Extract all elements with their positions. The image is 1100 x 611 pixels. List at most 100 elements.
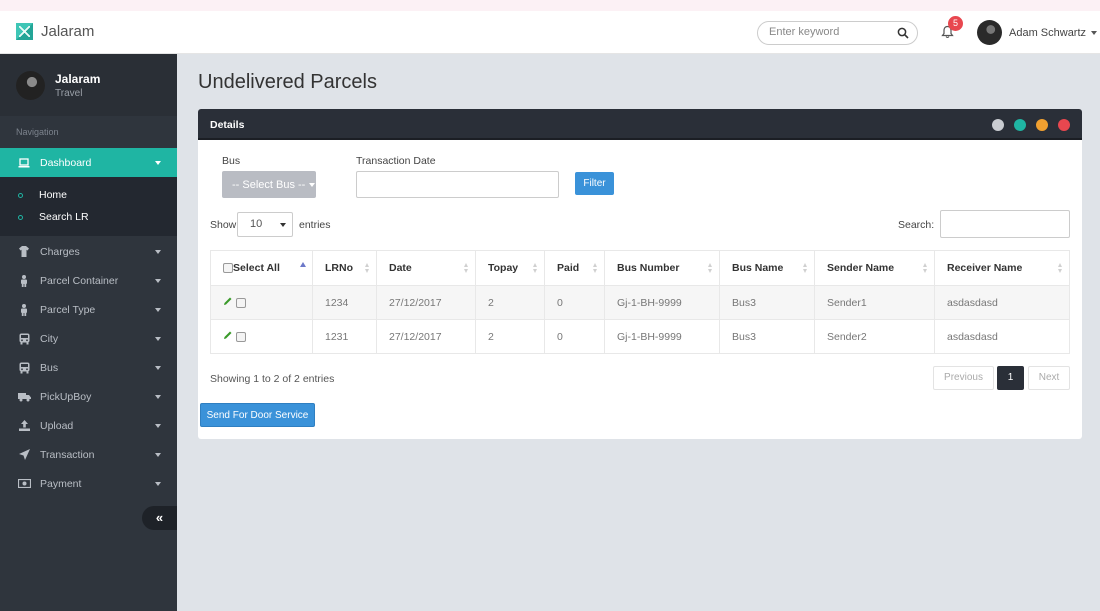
pencil-icon[interactable] bbox=[223, 297, 233, 309]
cell-lrno: 1231 bbox=[312, 319, 377, 354]
refresh-icon[interactable] bbox=[1014, 119, 1026, 131]
column-header-bus-number[interactable]: Bus Number bbox=[604, 250, 720, 286]
column-header-label: Sender Name bbox=[827, 262, 895, 274]
cell-receiver-name: asdasdasd bbox=[934, 319, 1070, 354]
column-header-lrno[interactable]: LRNo bbox=[312, 250, 377, 286]
row-select-cell bbox=[210, 319, 313, 354]
sidebar-item-upload[interactable]: Upload bbox=[0, 411, 177, 440]
bus-icon bbox=[14, 362, 34, 374]
chevron-down-icon bbox=[309, 182, 316, 187]
sort-icon bbox=[923, 263, 928, 273]
select-all-checkbox[interactable] bbox=[223, 263, 233, 274]
sidebar-item-city[interactable]: City bbox=[0, 324, 177, 353]
sidebar-subitem-label: Search LR bbox=[39, 211, 89, 223]
sidebar-item-bus[interactable]: Bus bbox=[0, 353, 177, 382]
sidebar-item-label: Bus bbox=[40, 361, 59, 374]
sidebar-subitem-search-lr[interactable]: Search LR bbox=[0, 207, 177, 227]
sort-icon bbox=[708, 263, 713, 273]
page-size-select[interactable]: 10 bbox=[237, 212, 293, 237]
column-header-paid[interactable]: Paid bbox=[544, 250, 605, 286]
sidebar-item-transaction[interactable]: Transaction bbox=[0, 440, 177, 469]
column-header-label: Bus Name bbox=[732, 262, 784, 274]
minimize-icon[interactable] bbox=[1036, 119, 1048, 131]
sidebar-item-dashboard[interactable]: Dashboard bbox=[0, 148, 177, 177]
brand-logo-icon bbox=[16, 23, 33, 40]
chevron-down-icon bbox=[155, 336, 161, 341]
brand[interactable]: Jalaram bbox=[16, 23, 94, 40]
header-search-input[interactable] bbox=[769, 26, 889, 38]
sidebar-subitem-label: Home bbox=[39, 189, 68, 201]
row-select-cell bbox=[210, 285, 313, 320]
search-icon[interactable] bbox=[897, 27, 909, 42]
sidebar-item-parcel-container[interactable]: Parcel Container bbox=[0, 266, 177, 295]
cell-topay: 2 bbox=[475, 285, 545, 320]
sidebar-collapse-button[interactable]: « bbox=[142, 506, 177, 530]
top-strip bbox=[0, 0, 1100, 11]
send-door-service-button[interactable]: Send For Door Service bbox=[200, 403, 315, 427]
panel-header: Details bbox=[198, 109, 1082, 140]
sidebar-item-payment[interactable]: Payment bbox=[0, 469, 177, 498]
user-menu[interactable]: Adam Schwartz bbox=[977, 20, 1098, 45]
table-search-input[interactable] bbox=[940, 210, 1070, 238]
cell-bus-name: Bus3 bbox=[719, 285, 815, 320]
chevron-down-icon bbox=[155, 481, 161, 486]
chevron-down-icon bbox=[1091, 30, 1098, 35]
cell-sender-name: Sender2 bbox=[814, 319, 935, 354]
chevron-down-icon bbox=[155, 423, 161, 428]
column-header-label: LRNo bbox=[325, 262, 353, 274]
sort-icon bbox=[464, 263, 469, 273]
column-header-bus-name[interactable]: Bus Name bbox=[719, 250, 815, 286]
upload-icon bbox=[14, 420, 34, 431]
page-size-value: 10 bbox=[250, 218, 263, 230]
dashboard-submenu: Home Search LR bbox=[0, 177, 177, 236]
chevron-down-icon bbox=[155, 249, 161, 254]
truck-icon bbox=[14, 392, 34, 402]
filter-button[interactable]: Filter bbox=[575, 172, 614, 195]
cell-paid: 0 bbox=[544, 285, 605, 320]
chevron-down-icon bbox=[155, 365, 161, 370]
sidebar-item-label: Charges bbox=[40, 245, 80, 258]
sidebar-item-pickupboy[interactable]: PickUpBoy bbox=[0, 382, 177, 411]
close-icon[interactable] bbox=[1058, 119, 1070, 131]
cell-lrno: 1234 bbox=[312, 285, 377, 320]
cell-bus-name: Bus3 bbox=[719, 319, 815, 354]
money-icon bbox=[14, 479, 34, 488]
pencil-icon[interactable] bbox=[223, 331, 233, 343]
transaction-date-input[interactable] bbox=[356, 171, 559, 198]
bus-select-value: -- Select Bus -- bbox=[232, 178, 306, 191]
column-header-select-all[interactable]: Select All bbox=[210, 250, 313, 286]
cell-sender-name: Sender1 bbox=[814, 285, 935, 320]
column-header-date[interactable]: Date bbox=[376, 250, 476, 286]
column-header-receiver-name[interactable]: Receiver Name bbox=[934, 250, 1070, 286]
row-checkbox[interactable] bbox=[235, 298, 246, 309]
sidebar-item-charges[interactable]: Charges bbox=[0, 237, 177, 266]
sidebar-item-parcel-type[interactable]: Parcel Type bbox=[0, 295, 177, 324]
row-checkbox[interactable] bbox=[235, 332, 246, 343]
column-header-sender-name[interactable]: Sender Name bbox=[814, 250, 935, 286]
sidebar-profile: Jalaram Travel bbox=[0, 54, 177, 116]
cell-topay: 2 bbox=[475, 319, 545, 354]
bullet-icon bbox=[18, 192, 23, 198]
bus-icon bbox=[14, 333, 34, 345]
column-header-label: Bus Number bbox=[617, 262, 680, 274]
sidebar-subitem-home[interactable]: Home bbox=[0, 185, 177, 205]
page-title: Undelivered Parcels bbox=[198, 71, 377, 93]
user-icon bbox=[14, 303, 34, 316]
bus-label: Bus bbox=[222, 155, 241, 167]
pagination-previous[interactable]: Previous bbox=[933, 366, 994, 390]
details-panel: Details Bus -- Select Bus -- Transaction… bbox=[198, 109, 1082, 439]
cell-bus-number: Gj-1-BH-9999 bbox=[604, 319, 720, 354]
wrench-icon[interactable] bbox=[992, 119, 1004, 131]
column-header-label: Topay bbox=[488, 262, 519, 274]
sort-icon bbox=[365, 263, 370, 273]
notification-badge: 5 bbox=[948, 16, 963, 31]
pagination-page-1[interactable]: 1 bbox=[997, 366, 1024, 390]
column-header-topay[interactable]: Topay bbox=[475, 250, 545, 286]
bus-select[interactable]: -- Select Bus -- bbox=[222, 171, 316, 198]
sort-icon bbox=[1058, 263, 1063, 273]
cell-date: 27/12/2017 bbox=[376, 285, 476, 320]
table-header-row: Select All LRNo Date Topay Paid Bus Numb… bbox=[210, 250, 1070, 286]
pagination-next[interactable]: Next bbox=[1028, 366, 1070, 390]
laptop-icon bbox=[14, 157, 34, 168]
top-navbar: Jalaram 5 Adam Schwartz bbox=[0, 11, 1100, 54]
